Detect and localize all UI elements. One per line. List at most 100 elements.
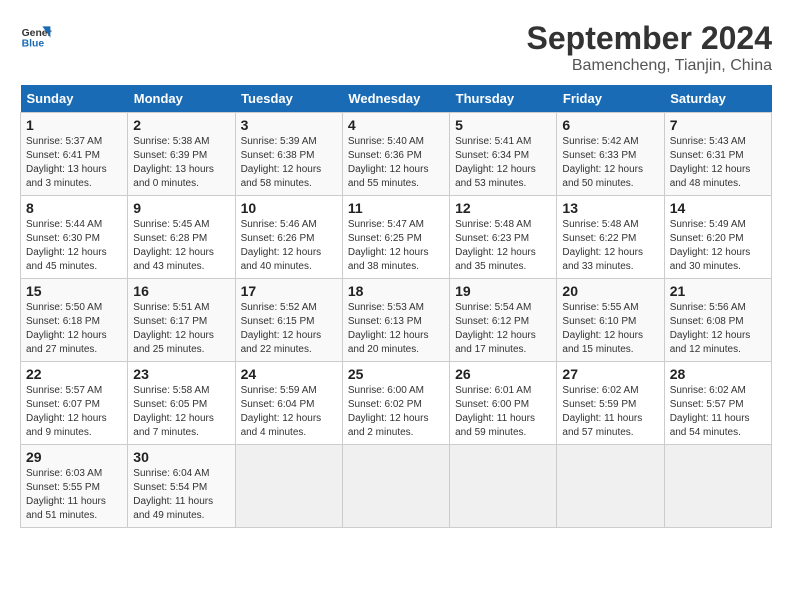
day-number: 27: [562, 366, 658, 382]
calendar-cell: 11 Sunrise: 5:47 AM Sunset: 6:25 PM Dayli…: [342, 196, 449, 279]
calendar-cell: 27 Sunrise: 6:02 AM Sunset: 5:59 PM Dayli…: [557, 362, 664, 445]
day-info: Sunrise: 5:54 AM Sunset: 6:12 PM Dayligh…: [455, 301, 551, 357]
day-number: 2: [133, 117, 229, 133]
calendar-cell: 24 Sunrise: 5:59 AM Sunset: 6:04 PM Dayli…: [235, 362, 342, 445]
day-info: Sunrise: 6:02 AM Sunset: 5:57 PM Dayligh…: [670, 384, 766, 440]
day-number: 19: [455, 283, 551, 299]
calendar-cell: 22 Sunrise: 5:57 AM Sunset: 6:07 PM Dayli…: [21, 362, 128, 445]
day-info: Sunrise: 6:00 AM Sunset: 6:02 PM Dayligh…: [348, 384, 444, 440]
col-friday: Friday: [557, 85, 664, 113]
calendar-cell: 3 Sunrise: 5:39 AM Sunset: 6:38 PM Daylig…: [235, 113, 342, 196]
day-info: Sunrise: 5:43 AM Sunset: 6:31 PM Dayligh…: [670, 135, 766, 191]
day-number: 18: [348, 283, 444, 299]
calendar-cell: 1 Sunrise: 5:37 AM Sunset: 6:41 PM Daylig…: [21, 113, 128, 196]
day-number: 4: [348, 117, 444, 133]
day-info: Sunrise: 5:37 AM Sunset: 6:41 PM Dayligh…: [26, 135, 122, 191]
day-number: 22: [26, 366, 122, 382]
day-info: Sunrise: 6:02 AM Sunset: 5:59 PM Dayligh…: [562, 384, 658, 440]
day-number: 16: [133, 283, 229, 299]
calendar-cell: 23 Sunrise: 5:58 AM Sunset: 6:05 PM Dayli…: [128, 362, 235, 445]
day-info: Sunrise: 5:38 AM Sunset: 6:39 PM Dayligh…: [133, 135, 229, 191]
day-number: 17: [241, 283, 337, 299]
calendar-cell: 28 Sunrise: 6:02 AM Sunset: 5:57 PM Dayli…: [664, 362, 771, 445]
day-info: Sunrise: 5:45 AM Sunset: 6:28 PM Dayligh…: [133, 218, 229, 274]
day-number: 8: [26, 200, 122, 216]
page-header: General Blue September 2024 Bamencheng, …: [20, 20, 772, 75]
day-number: 15: [26, 283, 122, 299]
day-number: 28: [670, 366, 766, 382]
day-number: 26: [455, 366, 551, 382]
day-number: 5: [455, 117, 551, 133]
title-block: September 2024 Bamencheng, Tianjin, Chin…: [527, 20, 772, 75]
day-number: 12: [455, 200, 551, 216]
calendar-cell: [557, 445, 664, 528]
day-info: Sunrise: 5:53 AM Sunset: 6:13 PM Dayligh…: [348, 301, 444, 357]
day-info: Sunrise: 5:40 AM Sunset: 6:36 PM Dayligh…: [348, 135, 444, 191]
day-info: Sunrise: 6:01 AM Sunset: 6:00 PM Dayligh…: [455, 384, 551, 440]
day-number: 6: [562, 117, 658, 133]
day-number: 29: [26, 449, 122, 465]
day-info: Sunrise: 5:44 AM Sunset: 6:30 PM Dayligh…: [26, 218, 122, 274]
day-info: Sunrise: 5:50 AM Sunset: 6:18 PM Dayligh…: [26, 301, 122, 357]
day-info: Sunrise: 5:39 AM Sunset: 6:38 PM Dayligh…: [241, 135, 337, 191]
day-info: Sunrise: 5:57 AM Sunset: 6:07 PM Dayligh…: [26, 384, 122, 440]
day-info: Sunrise: 6:03 AM Sunset: 5:55 PM Dayligh…: [26, 467, 122, 523]
calendar-cell: 14Sunrise: 5:49 AM Sunset: 6:20 PM Dayli…: [664, 196, 771, 279]
day-info: Sunrise: 5:56 AM Sunset: 6:08 PM Dayligh…: [670, 301, 766, 357]
day-info: Sunrise: 5:48 AM Sunset: 6:22 PM Dayligh…: [562, 218, 658, 274]
col-tuesday: Tuesday: [235, 85, 342, 113]
calendar-cell: 9 Sunrise: 5:45 AM Sunset: 6:28 PM Daylig…: [128, 196, 235, 279]
calendar-cell: 13Sunrise: 5:48 AM Sunset: 6:22 PM Dayli…: [557, 196, 664, 279]
day-info: Sunrise: 5:42 AM Sunset: 6:33 PM Dayligh…: [562, 135, 658, 191]
day-number: 11: [348, 200, 444, 216]
day-number: 7: [670, 117, 766, 133]
calendar-week-3: 15 Sunrise: 5:50 AM Sunset: 6:18 PM Dayli…: [21, 279, 772, 362]
calendar-cell: 4 Sunrise: 5:40 AM Sunset: 6:36 PM Daylig…: [342, 113, 449, 196]
location: Bamencheng, Tianjin, China: [527, 57, 772, 75]
calendar-cell: 20 Sunrise: 5:55 AM Sunset: 6:10 PM Dayli…: [557, 279, 664, 362]
day-number: 23: [133, 366, 229, 382]
day-info: Sunrise: 5:52 AM Sunset: 6:15 PM Dayligh…: [241, 301, 337, 357]
col-sunday: Sunday: [21, 85, 128, 113]
calendar-cell: 10 Sunrise: 5:46 AM Sunset: 6:26 PM Dayli…: [235, 196, 342, 279]
calendar-cell: 8 Sunrise: 5:44 AM Sunset: 6:30 PM Daylig…: [21, 196, 128, 279]
calendar-cell: 19 Sunrise: 5:54 AM Sunset: 6:12 PM Dayli…: [450, 279, 557, 362]
calendar-cell: 16 Sunrise: 5:51 AM Sunset: 6:17 PM Dayli…: [128, 279, 235, 362]
calendar-cell: 21 Sunrise: 5:56 AM Sunset: 6:08 PM Dayli…: [664, 279, 771, 362]
calendar-cell: [450, 445, 557, 528]
day-number: 24: [241, 366, 337, 382]
calendar-table: Sunday Monday Tuesday Wednesday Thursday…: [20, 85, 772, 528]
calendar-cell: 30 Sunrise: 6:04 AM Sunset: 5:54 PM Dayli…: [128, 445, 235, 528]
calendar-cell: [664, 445, 771, 528]
calendar-cell: 15 Sunrise: 5:50 AM Sunset: 6:18 PM Dayli…: [21, 279, 128, 362]
day-info: Sunrise: 5:58 AM Sunset: 6:05 PM Dayligh…: [133, 384, 229, 440]
day-number: 1: [26, 117, 122, 133]
day-info: Sunrise: 5:59 AM Sunset: 6:04 PM Dayligh…: [241, 384, 337, 440]
day-info: Sunrise: 5:55 AM Sunset: 6:10 PM Dayligh…: [562, 301, 658, 357]
calendar-cell: 29 Sunrise: 6:03 AM Sunset: 5:55 PM Dayli…: [21, 445, 128, 528]
month-title: September 2024: [527, 20, 772, 57]
calendar-week-4: 22 Sunrise: 5:57 AM Sunset: 6:07 PM Dayli…: [21, 362, 772, 445]
day-info: Sunrise: 6:04 AM Sunset: 5:54 PM Dayligh…: [133, 467, 229, 523]
day-info: Sunrise: 5:46 AM Sunset: 6:26 PM Dayligh…: [241, 218, 337, 274]
calendar-cell: 17 Sunrise: 5:52 AM Sunset: 6:15 PM Dayli…: [235, 279, 342, 362]
col-monday: Monday: [128, 85, 235, 113]
day-info: Sunrise: 5:41 AM Sunset: 6:34 PM Dayligh…: [455, 135, 551, 191]
calendar-cell: 2 Sunrise: 5:38 AM Sunset: 6:39 PM Daylig…: [128, 113, 235, 196]
day-number: 3: [241, 117, 337, 133]
svg-text:Blue: Blue: [22, 38, 45, 49]
calendar-cell: 12Sunrise: 5:48 AM Sunset: 6:23 PM Dayli…: [450, 196, 557, 279]
day-info: Sunrise: 5:51 AM Sunset: 6:17 PM Dayligh…: [133, 301, 229, 357]
day-number: 9: [133, 200, 229, 216]
day-number: 30: [133, 449, 229, 465]
col-saturday: Saturday: [664, 85, 771, 113]
day-info: Sunrise: 5:49 AM Sunset: 6:20 PM Dayligh…: [670, 218, 766, 274]
calendar-cell: [342, 445, 449, 528]
calendar-week-5: 29 Sunrise: 6:03 AM Sunset: 5:55 PM Dayli…: [21, 445, 772, 528]
calendar-cell: 25Sunrise: 6:00 AM Sunset: 6:02 PM Dayli…: [342, 362, 449, 445]
day-number: 20: [562, 283, 658, 299]
day-number: 21: [670, 283, 766, 299]
day-number: 10: [241, 200, 337, 216]
calendar-cell: 26 Sunrise: 6:01 AM Sunset: 6:00 PM Dayli…: [450, 362, 557, 445]
day-info: Sunrise: 5:47 AM Sunset: 6:25 PM Dayligh…: [348, 218, 444, 274]
